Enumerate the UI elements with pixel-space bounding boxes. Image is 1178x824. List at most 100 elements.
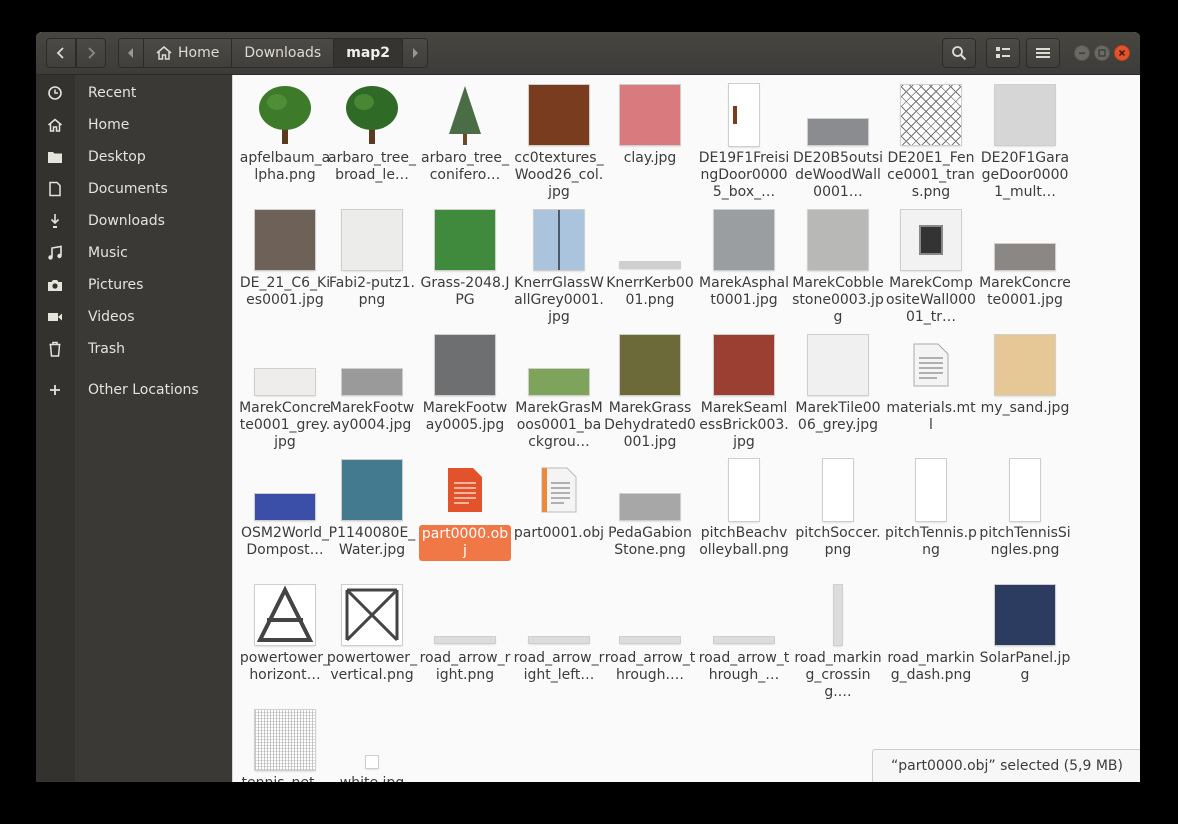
file-item[interactable]: KnerrKerb0​001.png	[606, 207, 694, 319]
file-name-text: MarekAsph​alt0001.jpg	[699, 275, 789, 308]
file-name-text: DE20E1_​Fence0001_​trans.png	[887, 150, 975, 200]
file-name: DE19F1Frei​singDoor00​005_box_…	[698, 150, 790, 201]
file-name: DE20F1Gar​ageDoor00​001_mult…	[979, 150, 1071, 201]
file-item[interactable]: road_​arrow_​through_…	[699, 582, 789, 694]
breadcrumb-downloads[interactable]: Downloads	[232, 39, 335, 67]
file-item[interactable]: MarekConc​rete0001.​jpg	[979, 207, 1071, 319]
file-item[interactable]: powertowe​r_vertical.​png	[327, 582, 417, 694]
file-name: pitchTennis​Singles.png	[979, 525, 1071, 559]
file-name-text: clay.jpg	[623, 150, 677, 166]
sidebar-item-pictures[interactable]: Pictures	[36, 270, 232, 300]
file-name-text: white.jpg	[340, 775, 404, 782]
file-name: road_​marking_​crossing.…	[792, 650, 884, 701]
breadcrumb-scroll-right[interactable]	[403, 39, 428, 67]
sidebar-item-recent[interactable]: Recent	[36, 78, 232, 108]
file-name: DE20E1_​Fence0001_​trans.png	[885, 150, 977, 201]
file-item[interactable]: Fabi2-​putz1.png	[329, 207, 415, 319]
sidebar-item-label: Music	[88, 245, 128, 261]
file-item[interactable]: MarekConc​rete0001_​grey.jpg	[239, 332, 331, 450]
sidebar-item-music[interactable]: Music	[36, 238, 232, 268]
file-item[interactable]: MarekFoot​way0004.​jpg	[330, 332, 414, 444]
menu-button[interactable]	[1026, 38, 1060, 68]
file-item[interactable]: white.jpg	[330, 707, 414, 782]
file-item[interactable]: road_​marking_​dash.png	[887, 582, 974, 694]
file-name: pitchBeach​volleyball.​png	[698, 525, 790, 559]
file-name: tennis_net…	[239, 775, 331, 782]
file-item[interactable]: arbaro_​tree_​conifero…	[421, 82, 509, 194]
file-item[interactable]: KnerrGlass​WallGrey00​01.jpg	[514, 207, 604, 325]
file-item[interactable]: MarekGras​Moos0001_​backgrou…	[515, 332, 603, 450]
file-item[interactable]: apfelbaum​_alpha.png	[240, 82, 330, 194]
camera-icon	[47, 277, 63, 293]
file-item[interactable]: powertowe​r_​horizont…	[240, 582, 330, 694]
file-item[interactable]: MarekAsph​alt0001.jpg	[699, 207, 789, 319]
maximize-button[interactable]	[1094, 45, 1110, 61]
file-name-text: KnerrKerb0​001.png	[606, 275, 694, 308]
file-item[interactable]: SolarPanel.​jpg	[980, 582, 1070, 694]
sidebar-item-downloads[interactable]: Downloads	[36, 206, 232, 236]
close-button[interactable]	[1114, 45, 1130, 61]
file-item[interactable]: MarekGras​sDehydrate​d0001.jpg	[604, 332, 696, 450]
forward-button[interactable]	[76, 38, 106, 68]
file-thumbnail	[423, 332, 507, 398]
file-item[interactable]: DE20E1_​Fence0001_​trans.png	[887, 82, 975, 200]
file-thumbnail	[608, 207, 692, 273]
file-thumbnail	[330, 457, 414, 523]
file-item[interactable]: road_​marking_​crossing.…	[794, 582, 882, 700]
file-item[interactable]: road_​arrow_​through.…	[605, 582, 695, 694]
sidebar-item-home[interactable]: Home	[36, 110, 232, 140]
file-item[interactable]: OSM2Worl​d_​Dompost…	[241, 457, 329, 569]
file-thumbnail	[243, 457, 327, 523]
file-item[interactable]: road_​arrow_​right_left…	[514, 582, 604, 694]
file-item[interactable]: road_​arrow_​right.png	[420, 582, 510, 694]
file-thumbnail	[330, 207, 414, 273]
close-icon	[1118, 49, 1126, 57]
minimize-button[interactable]	[1074, 45, 1090, 61]
file-item[interactable]: DE20B5out​sideWood​Wall0001…	[793, 82, 883, 200]
sidebar-item-videos[interactable]: Videos	[36, 302, 232, 332]
file-item[interactable]: DE_21_C6_​Kies0001.​jpg	[240, 207, 330, 319]
file-item[interactable]: pitchSoccer​.png	[795, 457, 881, 569]
file-name-text: Fabi2-​putz1.png	[328, 275, 416, 308]
file-item[interactable]: MarekCobb​lestone000​3.jpg	[792, 207, 884, 325]
file-item[interactable]: PedaGabio​nStone.png	[608, 457, 692, 569]
file-item[interactable]: part0001.​obj	[514, 457, 604, 569]
back-button[interactable]	[46, 38, 76, 68]
breadcrumb-scroll-left[interactable]	[119, 39, 144, 67]
file-name: MarekConc​rete0001_​grey.jpg	[239, 400, 331, 451]
header-bar: Home Downloads map2	[36, 32, 1140, 75]
breadcrumb-map2[interactable]: map2	[334, 39, 404, 67]
file-item[interactable]: pitchBeach​volleyball.​png	[699, 457, 789, 569]
breadcrumb-home[interactable]: Home	[144, 39, 233, 67]
file-item[interactable]: Grass-2048.​JPG	[420, 207, 510, 319]
file-item[interactable]: tennis_net…	[241, 707, 329, 782]
search-button[interactable]	[942, 38, 976, 68]
view-options-button[interactable]	[986, 38, 1020, 68]
file-item[interactable]: MarekFoot​way0005.​jpg	[423, 332, 507, 444]
file-item[interactable]: cc0textures​_Wood26_​col.jpg	[514, 82, 604, 200]
file-item[interactable]: arbaro_​tree_​broad_le…	[328, 82, 416, 194]
sidebar-item-other-locations[interactable]: Other Locations	[36, 375, 232, 405]
file-item[interactable]: pitchTennis​Singles.png	[979, 457, 1071, 569]
file-item[interactable]: MarekTile0​006_grey.​jpg	[795, 332, 881, 444]
breadcrumb-map2-label: map2	[346, 45, 391, 61]
file-name-text: arbaro_​tree_​broad_le…	[328, 150, 416, 183]
file-item[interactable]: MarekCom​positeWall​00001_tr…	[886, 207, 976, 325]
file-item[interactable]: clay.jpg	[608, 82, 692, 194]
file-name: Fabi2-​putz1.png	[326, 275, 418, 309]
file-item[interactable]: pitchTennis​.png	[885, 457, 977, 569]
file-thumbnail	[243, 707, 327, 773]
file-item[interactable]: part0000.​obj	[419, 457, 511, 569]
sidebar-item-desktop[interactable]: Desktop	[36, 142, 232, 172]
sidebar-item-documents[interactable]: Documents	[36, 174, 232, 204]
file-item[interactable]: my_sand.​jpg	[981, 332, 1069, 444]
file-item[interactable]: MarekSea​mlessBrick​003.jpg	[699, 332, 789, 450]
file-item[interactable]: P1140080E​_Water.jpg	[329, 457, 415, 569]
file-thumbnail	[517, 82, 601, 148]
file-item[interactable]: DE19F1Frei​singDoor00​005_box_…	[699, 82, 789, 200]
file-thumbnail	[702, 207, 786, 273]
sidebar-item-label: Documents	[88, 181, 168, 197]
file-item[interactable]: DE20F1Gar​ageDoor00​001_mult…	[981, 82, 1069, 200]
sidebar-item-trash[interactable]: Trash	[36, 334, 232, 364]
file-item[interactable]: materials.​mtl	[886, 332, 976, 444]
